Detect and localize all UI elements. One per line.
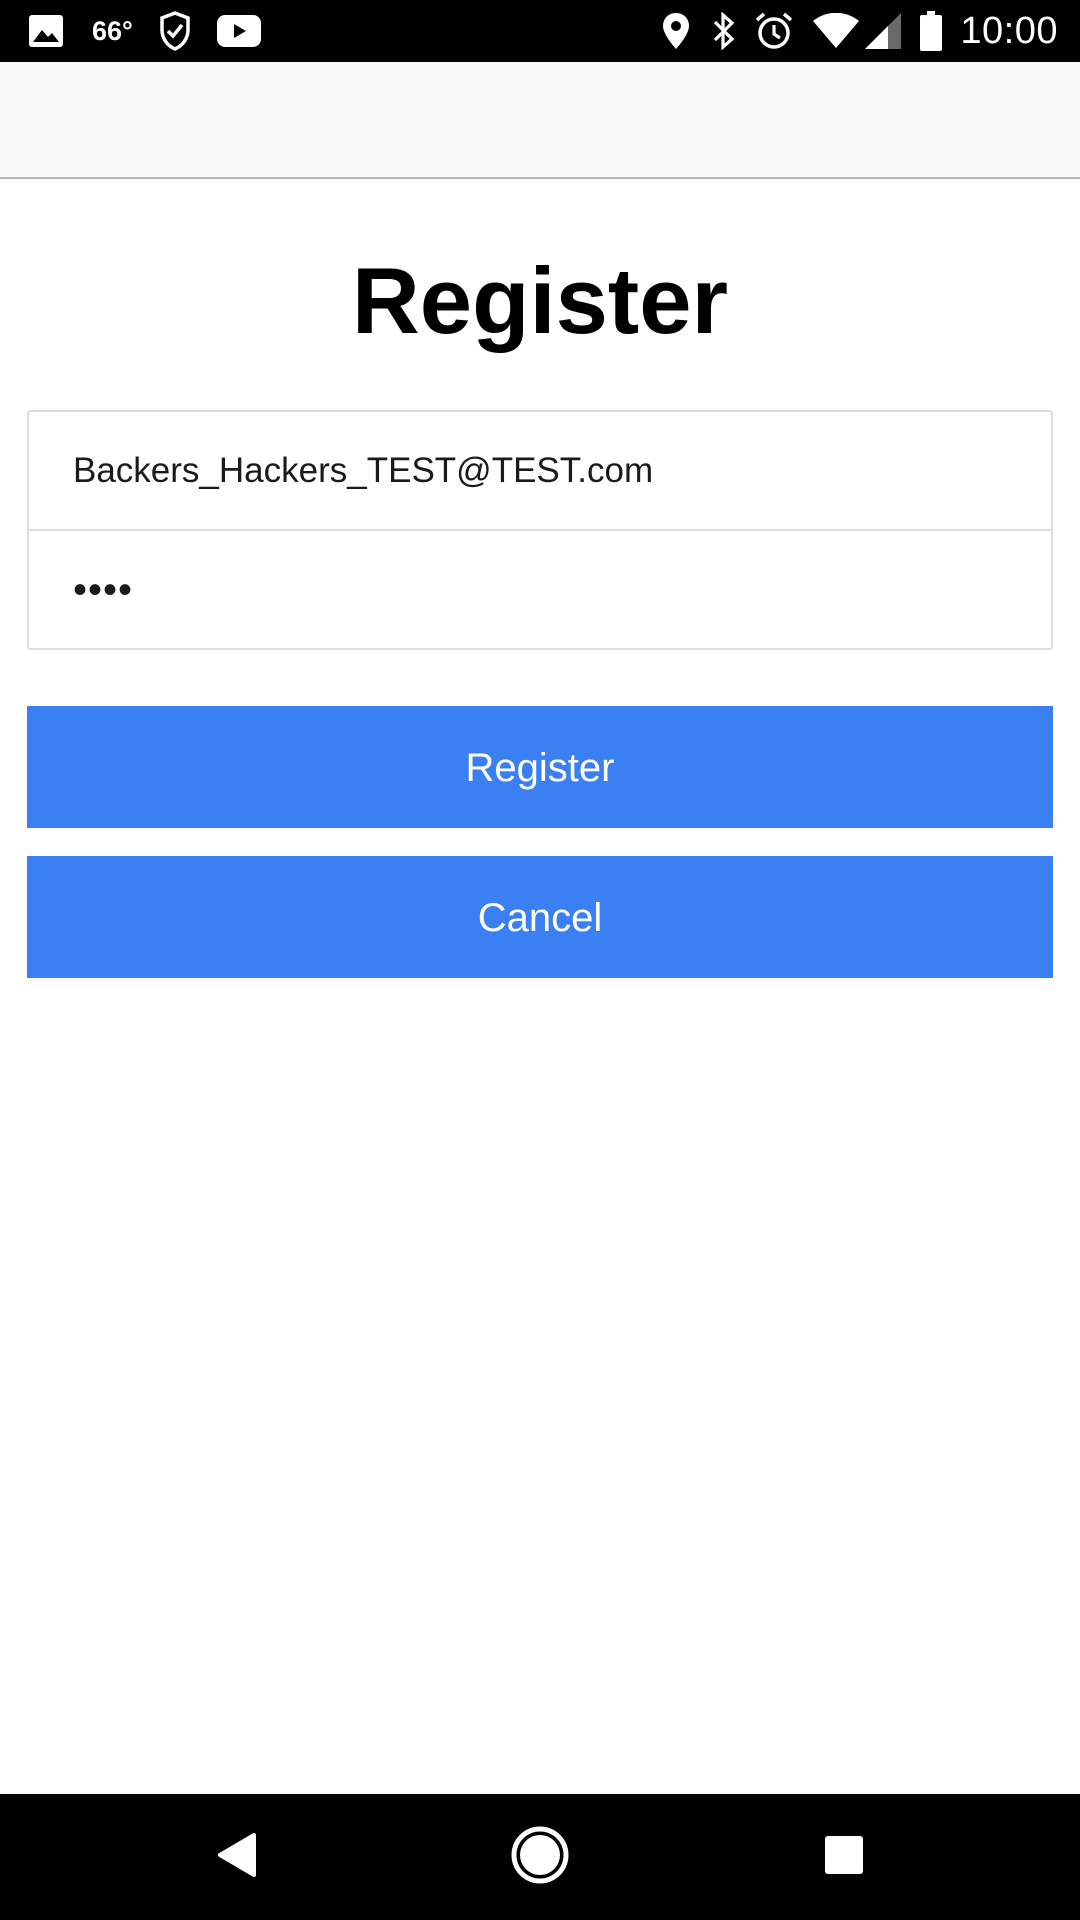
signal-icon [864, 12, 902, 50]
back-button[interactable] [176, 1794, 296, 1920]
location-icon [662, 12, 690, 50]
status-bar-left: 66° [28, 0, 261, 62]
register-button[interactable]: Register [27, 706, 1053, 828]
back-icon [214, 1831, 258, 1884]
login-form-fields: •••• [27, 410, 1053, 650]
bluetooth-icon [712, 12, 736, 50]
app-bar [0, 62, 1080, 179]
status-bar-right: 10:00 [662, 0, 1058, 62]
shield-check-icon [159, 11, 191, 51]
wifi-icon [812, 13, 860, 49]
navigation-bar [0, 1794, 1080, 1920]
image-icon [28, 14, 64, 48]
recents-button[interactable] [784, 1794, 904, 1920]
home-button[interactable] [480, 1794, 600, 1920]
screen: 66° 10:00 Register Backers_Hackers_TEST@… [0, 0, 1080, 1920]
password-field[interactable]: •••• [29, 531, 1051, 650]
clock-text: 10:00 [960, 9, 1058, 52]
home-icon [510, 1825, 570, 1890]
status-bar: 66° 10:00 [0, 0, 1080, 62]
youtube-icon [216, 15, 261, 47]
email-field[interactable] [29, 412, 1051, 531]
page-title: Register [351, 248, 729, 353]
battery-icon [920, 11, 943, 51]
cancel-button[interactable]: Cancel [27, 856, 1053, 978]
temperature-text: 66° [92, 15, 133, 46]
alarm-icon [754, 11, 794, 51]
recents-icon [823, 1834, 865, 1881]
